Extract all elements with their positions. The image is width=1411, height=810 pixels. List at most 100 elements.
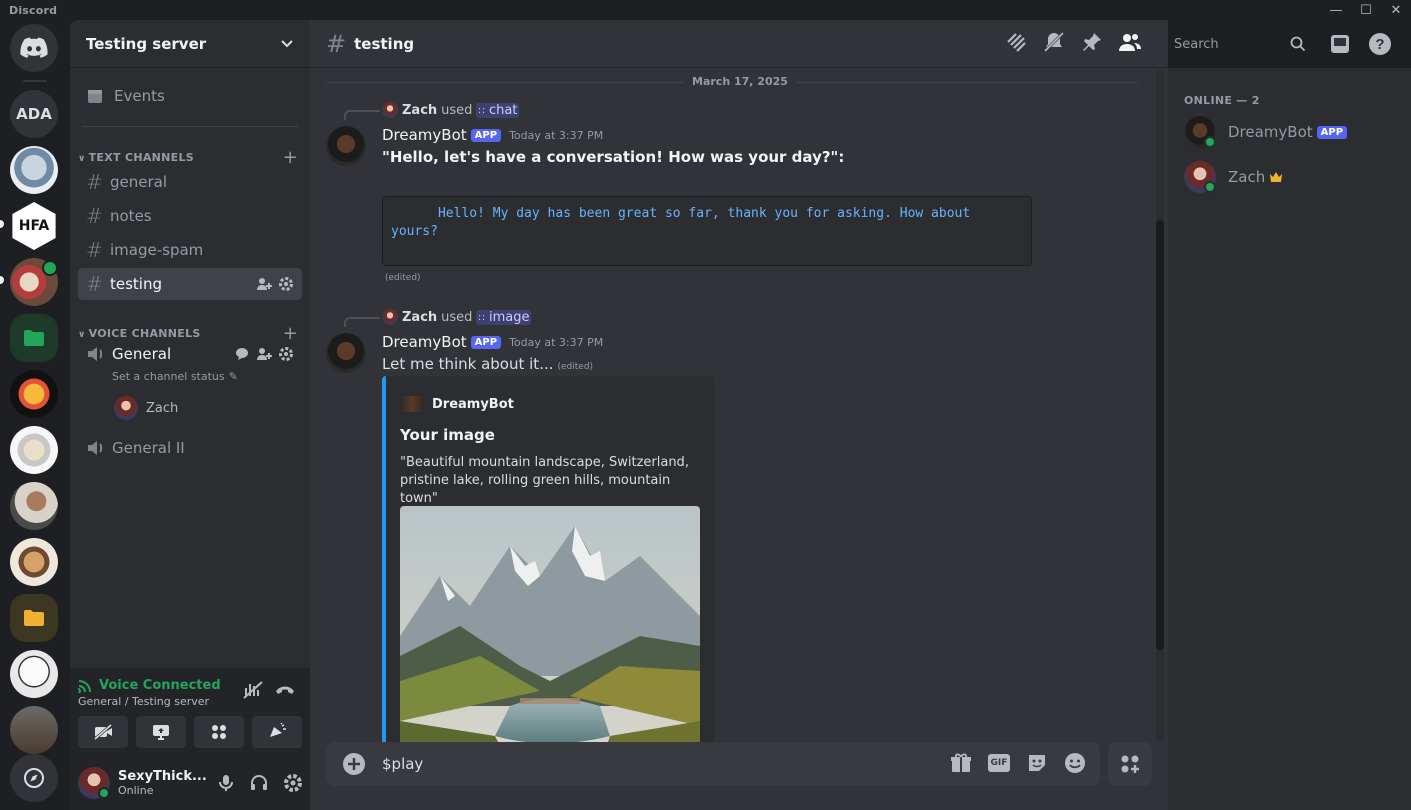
folder-yellow[interactable] xyxy=(10,594,58,642)
add-channel-icon[interactable]: + xyxy=(283,147,298,168)
apps-button[interactable] xyxy=(1108,742,1152,786)
signal-icon xyxy=(78,679,91,693)
slash-command-chat[interactable]: ∷ chat xyxy=(476,102,520,118)
inbox-icon[interactable] xyxy=(1328,32,1352,56)
events-item[interactable]: Events xyxy=(78,80,302,112)
sidebar-divider xyxy=(82,126,298,127)
voice-status[interactable]: Voice Connected xyxy=(78,678,221,693)
channel-general[interactable]: # general xyxy=(78,166,302,198)
close-icon[interactable]: ✕ xyxy=(1381,0,1411,20)
set-channel-status[interactable]: Set a channel status ✎ xyxy=(112,370,238,383)
text-channels-category[interactable]: ∨ TEXT CHANNELS + xyxy=(74,147,302,168)
message-timestamp[interactable]: Today at 3:37 PM xyxy=(509,336,603,349)
avatar[interactable] xyxy=(78,767,110,799)
help-icon[interactable]: ? xyxy=(1368,32,1392,56)
folder-icon xyxy=(24,330,44,346)
embed-author[interactable]: DreamyBot xyxy=(400,396,514,412)
message-author[interactable]: DreamyBot xyxy=(382,126,467,144)
headphones-icon[interactable] xyxy=(249,773,269,793)
embed-description: "Beautiful mountain landscape, Switzerla… xyxy=(400,455,689,506)
message-composer[interactable]: $play GIF xyxy=(326,742,1100,786)
message-header: DreamyBot APP Today at 3:37 PM xyxy=(382,333,603,351)
message-input[interactable]: $play xyxy=(382,755,423,773)
gear-icon[interactable] xyxy=(283,773,303,793)
voice-channel-general-ii[interactable]: General II xyxy=(78,432,302,464)
message-header: DreamyBot APP Today at 3:37 PM xyxy=(382,126,603,144)
voice-channels-category[interactable]: ∨ VOICE CHANNELS + xyxy=(74,323,302,344)
message-text: Let me think about it... (edited) xyxy=(382,355,594,373)
notification-mute-icon[interactable] xyxy=(1042,30,1066,54)
member-dreamybot[interactable]: DreamyBot APP xyxy=(1184,116,1348,148)
threads-icon[interactable] xyxy=(1004,30,1028,54)
add-channel-icon[interactable]: + xyxy=(283,323,298,344)
member-list-header: ONLINE — 2 xyxy=(1184,94,1260,107)
channel-notes[interactable]: # notes xyxy=(78,200,302,232)
server-9[interactable] xyxy=(10,538,58,586)
scrollbar-thumb[interactable] xyxy=(1156,220,1164,650)
chat-bubble-icon[interactable] xyxy=(234,346,250,362)
activities-button[interactable] xyxy=(194,716,244,748)
server-snack-force[interactable] xyxy=(10,370,58,418)
avatar[interactable] xyxy=(326,126,366,166)
gif-icon[interactable]: GIF xyxy=(988,754,1010,772)
search-input[interactable]: Search xyxy=(1168,32,1312,56)
folder-green[interactable] xyxy=(10,314,58,362)
server-7[interactable] xyxy=(10,426,58,474)
maximize-icon[interactable]: ☐ xyxy=(1351,0,1381,20)
invite-icon[interactable] xyxy=(256,346,272,362)
minimize-icon[interactable]: — xyxy=(1321,0,1351,20)
voice-member-zach[interactable]: Zach xyxy=(114,396,178,420)
avatar[interactable] xyxy=(326,333,366,373)
apps-icon xyxy=(1121,755,1139,773)
noise-suppression-icon[interactable] xyxy=(242,680,264,700)
server-2[interactable] xyxy=(10,146,58,194)
emoji-icon[interactable] xyxy=(1064,752,1086,774)
message-list: March 17, 2025 Zach used ∷ chat DreamyBo… xyxy=(310,68,1158,742)
server-8[interactable] xyxy=(10,482,58,530)
edited-label: (edited) xyxy=(557,362,594,372)
edited-label: (edited) xyxy=(385,273,421,283)
message-author[interactable]: DreamyBot xyxy=(382,333,467,351)
plus-circle-icon[interactable] xyxy=(342,752,366,776)
server-11[interactable] xyxy=(10,650,58,698)
disconnect-icon[interactable] xyxy=(274,682,296,696)
gift-icon[interactable] xyxy=(950,752,972,774)
server-name: Testing server xyxy=(86,34,207,53)
server-12[interactable] xyxy=(10,706,58,754)
username[interactable]: SexyThick... xyxy=(118,769,207,784)
screen-share-icon xyxy=(153,725,169,740)
voice-location[interactable]: General / Testing server xyxy=(78,695,209,708)
camera-off-button[interactable] xyxy=(78,716,128,748)
channel-image-spam[interactable]: # image-spam xyxy=(78,234,302,266)
invite-icon[interactable] xyxy=(256,276,272,292)
screen-share-button[interactable] xyxy=(136,716,186,748)
reply-context[interactable]: Zach used ∷ image xyxy=(382,309,532,325)
explore-button[interactable] xyxy=(10,754,58,802)
avatar xyxy=(400,396,424,412)
gear-icon[interactable] xyxy=(278,276,294,292)
home-button[interactable] xyxy=(10,24,58,72)
reply-context[interactable]: Zach used ∷ chat xyxy=(382,102,520,118)
pin-icon[interactable] xyxy=(1080,30,1104,54)
embed-title: Your image xyxy=(400,426,495,444)
soundboard-button[interactable] xyxy=(252,716,302,748)
header-toolbar xyxy=(1004,30,1142,54)
member-list-icon[interactable] xyxy=(1118,30,1142,54)
channel-testing[interactable]: # testing xyxy=(78,268,302,300)
microphone-icon[interactable] xyxy=(217,773,235,793)
reply-connector xyxy=(344,317,380,327)
gear-icon[interactable] xyxy=(278,346,294,362)
soundboard-icon xyxy=(270,723,286,737)
slash-command-image[interactable]: ∷ image xyxy=(476,309,532,325)
member-zach[interactable]: Zach xyxy=(1184,161,1283,193)
voice-panel: Voice Connected General / Testing server xyxy=(70,668,310,756)
sticker-icon[interactable] xyxy=(1026,752,1048,774)
pencil-icon: ✎ xyxy=(228,370,238,383)
server-ada[interactable]: ADA xyxy=(10,90,58,138)
server-hfa[interactable]: HFA xyxy=(12,202,56,250)
voice-channel-general[interactable]: General xyxy=(78,342,302,366)
avatar xyxy=(114,396,138,420)
embed-image[interactable] xyxy=(400,506,700,742)
message-timestamp[interactable]: Today at 3:37 PM xyxy=(509,129,603,142)
server-header[interactable]: Testing server xyxy=(70,20,310,68)
